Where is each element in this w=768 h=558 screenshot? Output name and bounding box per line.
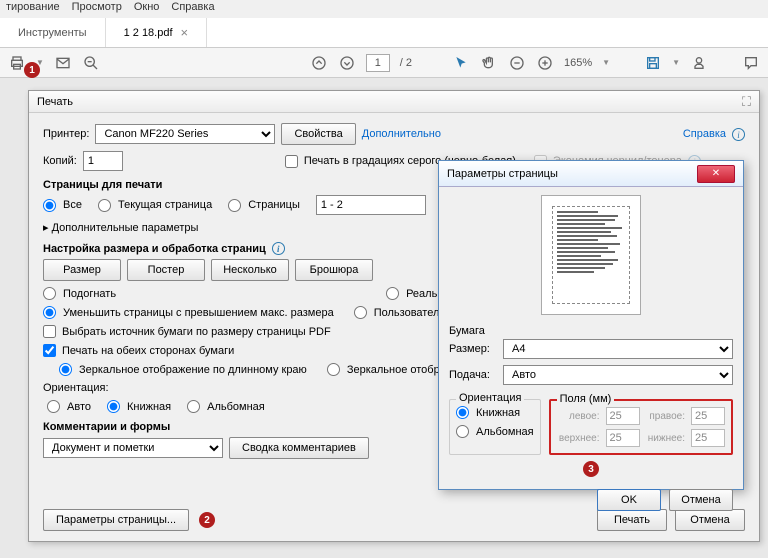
margin-bottom-input[interactable] bbox=[691, 429, 725, 447]
choose-source-checkbox[interactable]: Выбрать источник бумаги по размеру стран… bbox=[43, 325, 331, 338]
page-setup-titlebar: Параметры страницы ✕ bbox=[439, 161, 743, 187]
page-preview bbox=[541, 195, 641, 315]
paper-feed-label: Подача: bbox=[449, 369, 497, 381]
pages-range-input[interactable] bbox=[316, 195, 426, 215]
paper-size-label: Размер: bbox=[449, 343, 497, 355]
orient-portrait-radio[interactable]: Книжная bbox=[107, 400, 171, 413]
stamp-icon[interactable] bbox=[690, 54, 708, 72]
comment-icon[interactable] bbox=[742, 54, 760, 72]
close-icon[interactable]: × bbox=[181, 25, 189, 40]
paper-feed-select[interactable]: Авто bbox=[503, 365, 733, 385]
margin-right-input[interactable] bbox=[691, 407, 725, 425]
mail-icon[interactable] bbox=[54, 54, 72, 72]
tab-tools-label: Инструменты bbox=[18, 27, 87, 39]
zoom-label[interactable]: 165% bbox=[564, 57, 592, 69]
tab-tools[interactable]: Инструменты bbox=[0, 18, 106, 47]
properties-button[interactable]: Свойства bbox=[281, 123, 355, 145]
copies-label: Копий: bbox=[43, 155, 77, 167]
page-setup-close-icon[interactable]: ✕ bbox=[697, 165, 735, 183]
pages-all-radio[interactable]: Все bbox=[43, 199, 82, 212]
margin-top-input[interactable] bbox=[606, 429, 640, 447]
page-setup-title: Параметры страницы bbox=[447, 168, 558, 180]
flip-long-radio[interactable]: Зеркальное отображение по длинному краю bbox=[59, 363, 307, 376]
help-icon[interactable]: i bbox=[732, 128, 745, 141]
orient-heading: Ориентация: bbox=[43, 382, 109, 394]
copies-input[interactable] bbox=[83, 151, 123, 171]
menu-view[interactable]: Просмотр bbox=[72, 1, 122, 17]
printer-label: Принтер: bbox=[43, 128, 89, 140]
paper-heading: Бумага bbox=[449, 325, 733, 337]
margins-heading: Поля (мм) bbox=[557, 393, 615, 405]
save-caret-icon[interactable]: ▼ bbox=[672, 58, 680, 67]
poster-button[interactable]: Постер bbox=[127, 259, 205, 281]
size-button[interactable]: Размер bbox=[43, 259, 121, 281]
margin-bottom-label: нижнее: bbox=[646, 433, 685, 444]
page-setup-dialog: Параметры страницы ✕ Бумага Размер: A4 П… bbox=[438, 160, 744, 490]
print-dialog-title: Печать bbox=[37, 96, 73, 108]
advanced-link[interactable]: Дополнительно bbox=[362, 128, 441, 140]
tab-file[interactable]: 1 2 18.pdf × bbox=[106, 18, 208, 47]
orient-auto-radio[interactable]: Авто bbox=[47, 400, 91, 413]
margin-right-label: правое: bbox=[646, 411, 685, 422]
margin-left-label: левое: bbox=[557, 411, 600, 422]
page-down-icon[interactable] bbox=[338, 54, 356, 72]
duplex-checkbox[interactable]: Печать на обеих сторонах бумаги bbox=[43, 344, 234, 357]
pointer-icon[interactable] bbox=[452, 54, 470, 72]
help-link[interactable]: Справка bbox=[683, 128, 726, 140]
ps-portrait-radio[interactable]: Книжная bbox=[456, 406, 534, 419]
adv-params-toggle[interactable]: ▸ Дополнительные параметры bbox=[43, 221, 198, 234]
multiple-button[interactable]: Несколько bbox=[211, 259, 289, 281]
ps-ok-button[interactable]: OK bbox=[597, 489, 661, 511]
comments-select[interactable]: Документ и пометки bbox=[43, 438, 223, 458]
orient-landscape-radio[interactable]: Альбомная bbox=[187, 400, 265, 413]
sizing-heading: Настройка размера и обработка страниц bbox=[43, 243, 266, 255]
menu-help[interactable]: Справка bbox=[171, 1, 214, 17]
menubar: тирование Просмотр Окно Справка bbox=[0, 0, 768, 18]
tab-file-label: 1 2 18.pdf bbox=[124, 27, 173, 39]
booklet-button[interactable]: Брошюра bbox=[295, 259, 373, 281]
menu-edit[interactable]: тирование bbox=[6, 1, 60, 17]
toolbar: ▼ 1 1 / 2 165% ▼ ▼ bbox=[0, 48, 768, 78]
tab-bar: Инструменты 1 2 18.pdf × bbox=[0, 18, 768, 48]
printer-select[interactable]: Canon MF220 Series bbox=[95, 124, 275, 144]
annotation-marker-3: 3 bbox=[583, 461, 599, 477]
page-setup-button[interactable]: Параметры страницы... bbox=[43, 509, 189, 531]
annotation-marker-2: 2 bbox=[199, 512, 215, 528]
zoom-caret-icon[interactable]: ▼ bbox=[602, 58, 610, 67]
ps-cancel-button[interactable]: Отмена bbox=[669, 489, 733, 511]
page-number-input[interactable]: 1 bbox=[366, 54, 390, 72]
margin-left-input[interactable] bbox=[606, 407, 640, 425]
menu-window[interactable]: Окно bbox=[134, 1, 160, 17]
paper-size-select[interactable]: A4 bbox=[503, 339, 733, 359]
minus-icon[interactable] bbox=[508, 54, 526, 72]
page-up-icon[interactable] bbox=[310, 54, 328, 72]
page-total: / 2 bbox=[400, 57, 412, 69]
shrink-radio[interactable]: Уменьшить страницы с превышением макс. р… bbox=[43, 306, 334, 319]
pages-current-radio[interactable]: Текущая страница bbox=[98, 199, 212, 212]
summary-button[interactable]: Сводка комментариев bbox=[229, 437, 369, 459]
ps-landscape-radio[interactable]: Альбомная bbox=[456, 425, 534, 438]
zoom-out-icon[interactable] bbox=[82, 54, 100, 72]
plus-icon[interactable] bbox=[536, 54, 554, 72]
hand-icon[interactable] bbox=[480, 54, 498, 72]
save-icon[interactable] bbox=[644, 54, 662, 72]
pages-range-radio[interactable]: Страницы bbox=[228, 199, 300, 212]
margin-top-label: верхнее: bbox=[557, 433, 600, 444]
sizing-help-icon[interactable]: i bbox=[272, 242, 285, 255]
print-dialog-titlebar: Печать ⛶ bbox=[29, 91, 759, 113]
fit-radio[interactable]: Подогнать bbox=[43, 287, 116, 300]
dialog-close-icon[interactable]: ⛶ bbox=[742, 94, 751, 110]
ps-orient-heading: Ориентация bbox=[456, 392, 524, 404]
annotation-marker-1: 1 bbox=[24, 62, 40, 78]
